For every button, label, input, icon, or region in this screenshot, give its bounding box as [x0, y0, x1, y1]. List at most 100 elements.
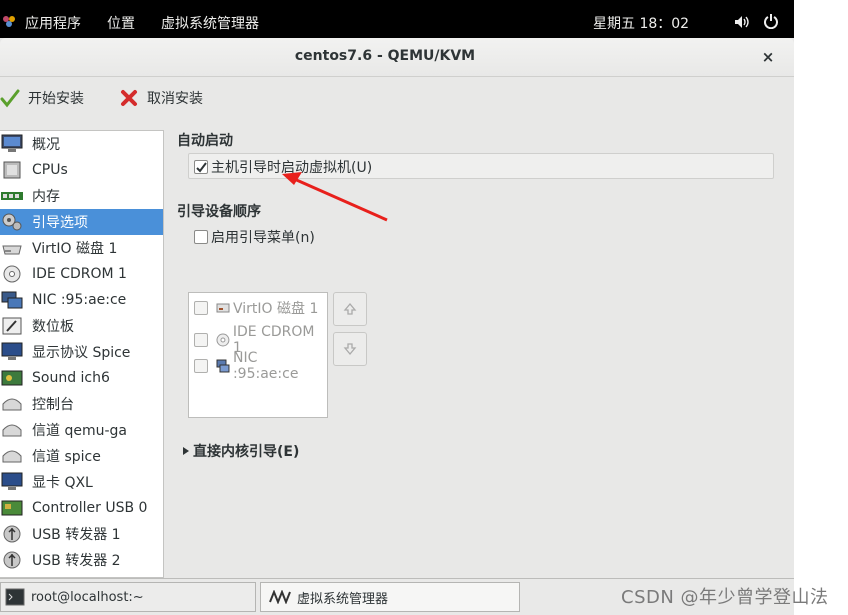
- clock[interactable]: 星期五 18：02: [593, 13, 689, 33]
- close-button[interactable]: ×: [758, 47, 778, 67]
- boot-options-icon: [2, 213, 22, 231]
- sidebar-item-label: NIC :95:ae:ce: [32, 292, 127, 308]
- sidebar-item-label: 信道 qemu-ga: [32, 423, 127, 439]
- direct-kernel-boot-label: 直接内核引导(E): [193, 444, 300, 460]
- checkbox-checked[interactable]: [194, 160, 208, 174]
- sidebar-item-label: VirtIO 磁盘 1: [32, 241, 118, 257]
- sidebar-item-boot-options[interactable]: 引导选项: [0, 209, 163, 235]
- task-label: root@localhost:~: [31, 589, 144, 605]
- monitor-icon: [1, 134, 23, 152]
- hardware-list: 概况 CPUs 内存 引导选项 VirtIO 磁盘 1 IDE CDROM 1 …: [0, 130, 164, 578]
- task-virt-manager[interactable]: 虚拟系统管理器: [260, 582, 520, 612]
- vm-details-window: centos7.6 - QEMU/KVM × 开始安装 取消安装 概况 CPUs: [0, 38, 795, 578]
- sidebar-item-video-qxl[interactable]: 显卡 QXL: [0, 469, 163, 495]
- sidebar-item-label: Controller USB 0: [32, 500, 148, 516]
- sidebar-item-label: IDE CDROM 1: [32, 266, 127, 282]
- boot-device-list: VirtIO 磁盘 1 IDE CDROM 1 NIC :95:ae:ce: [188, 292, 328, 418]
- task-terminal[interactable]: root@localhost:~: [0, 582, 256, 612]
- cpu-icon: [3, 161, 21, 179]
- disk-icon: [2, 245, 22, 255]
- memory-icon: [1, 192, 23, 200]
- sidebar-item-usb-redir-1[interactable]: USB 转发器 1: [0, 521, 163, 547]
- boot-menu-label: 启用引导菜单(n): [211, 230, 315, 246]
- watermark: CSDN @年少曾学登山法: [621, 587, 829, 608]
- begin-install-button[interactable]: 开始安装: [0, 87, 84, 109]
- video-icon: [1, 472, 23, 490]
- boot-device-row[interactable]: NIC :95:ae:ce: [194, 350, 327, 382]
- sidebar-item-label: 数位板: [32, 319, 74, 335]
- controller-icon: [1, 500, 23, 516]
- applications-icon[interactable]: [2, 14, 16, 28]
- cancel-icon: [121, 90, 137, 106]
- sidebar-item-sound[interactable]: Sound ich6: [0, 365, 163, 391]
- disk-icon: [216, 303, 230, 313]
- cdrom-icon: [216, 333, 230, 347]
- channel-icon: [2, 450, 22, 463]
- virt-manager-icon: [269, 590, 291, 604]
- titlebar[interactable]: centos7.6 - QEMU/KVM ×: [0, 38, 794, 77]
- toolbar: 开始安装 取消安装: [0, 78, 794, 116]
- sound-icon: [1, 370, 23, 386]
- sidebar-item-nic[interactable]: NIC :95:ae:ce: [0, 287, 163, 313]
- menu-virt-manager[interactable]: 虚拟系统管理器: [161, 13, 259, 33]
- sidebar-item-label: CPUs: [32, 162, 68, 178]
- move-up-button[interactable]: [333, 292, 367, 326]
- volume-icon[interactable]: [734, 15, 750, 29]
- desktop-background: [794, 0, 848, 614]
- checkbox-unchecked[interactable]: [194, 301, 208, 315]
- sidebar-item-cdrom[interactable]: IDE CDROM 1: [0, 261, 163, 287]
- usb-icon: [3, 525, 21, 543]
- menu-applications[interactable]: 应用程序: [25, 13, 81, 33]
- sidebar-item-label: USB 转发器 2: [32, 553, 121, 569]
- sidebar-item-label: 概况: [32, 137, 60, 153]
- nic-icon: [1, 291, 23, 309]
- sidebar-item-tablet[interactable]: 数位板: [0, 313, 163, 339]
- boot-order-heading: 引导设备顺序: [177, 204, 261, 220]
- checkbox-unchecked[interactable]: [194, 333, 208, 347]
- boot-menu-checkbox[interactable]: 启用引导菜单(n): [194, 227, 315, 247]
- sidebar-item-memory[interactable]: 内存: [0, 183, 163, 209]
- tablet-icon: [2, 317, 22, 335]
- sidebar-item-channel-qemu-ga[interactable]: 信道 qemu-ga: [0, 417, 163, 443]
- arrow-up-icon: [343, 302, 357, 315]
- sidebar-item-label: 显示协议 Spice: [32, 345, 131, 361]
- sidebar-item-console[interactable]: 控制台: [0, 391, 163, 417]
- nic-icon: [216, 359, 230, 373]
- sidebar-item-label: 内存: [32, 189, 60, 205]
- boot-device-label: VirtIO 磁盘 1: [233, 301, 319, 317]
- boot-options-panel: 自动启动 主机引导时启动虚拟机(U) 引导设备顺序 启用引导菜单(n) Virt…: [163, 130, 789, 570]
- boot-device-row[interactable]: VirtIO 磁盘 1: [194, 298, 318, 318]
- begin-install-label: 开始安装: [28, 91, 84, 107]
- power-icon[interactable]: [763, 13, 779, 29]
- cancel-install-label: 取消安装: [147, 91, 203, 107]
- sidebar-item-usb-redir-2[interactable]: USB 转发器 2: [0, 547, 163, 573]
- direct-kernel-boot-expander[interactable]: 直接内核引导(E): [181, 441, 299, 461]
- expander-arrow-icon: [183, 447, 189, 455]
- menu-places[interactable]: 位置: [107, 13, 135, 33]
- sidebar-item-virtio-disk[interactable]: VirtIO 磁盘 1: [0, 235, 163, 261]
- sidebar-item-label: 控制台: [32, 397, 74, 413]
- sidebar-item-channel-spice[interactable]: 信道 spice: [0, 443, 163, 469]
- sidebar-item-controller-usb[interactable]: Controller USB 0: [0, 495, 163, 521]
- checkbox-unchecked[interactable]: [194, 230, 208, 244]
- check-mark-icon: [195, 161, 207, 173]
- move-down-button[interactable]: [333, 332, 367, 366]
- boot-device-label: NIC :95:ae:ce: [232, 350, 299, 382]
- sidebar-item-label: Sound ich6: [32, 370, 110, 386]
- arrow-down-icon: [343, 343, 357, 356]
- window-title: centos7.6 - QEMU/KVM: [294, 48, 476, 64]
- cancel-install-button[interactable]: 取消安装: [119, 87, 203, 109]
- sidebar-item-label: 显卡 QXL: [32, 475, 93, 491]
- usb-icon: [3, 551, 21, 569]
- sidebar-item-label: 信道 spice: [32, 449, 101, 465]
- checkbox-unchecked[interactable]: [194, 359, 208, 373]
- display-icon: [1, 342, 23, 360]
- cdrom-icon: [3, 265, 21, 283]
- sidebar-item-label: USB 转发器 1: [32, 527, 121, 543]
- annotation-arrow: [282, 172, 388, 222]
- console-icon: [2, 398, 22, 411]
- sidebar-item-overview[interactable]: 概况: [0, 131, 163, 157]
- sidebar-item-cpus[interactable]: CPUs: [0, 157, 163, 183]
- terminal-icon: [5, 588, 25, 606]
- sidebar-item-display-spice[interactable]: 显示协议 Spice: [0, 339, 163, 365]
